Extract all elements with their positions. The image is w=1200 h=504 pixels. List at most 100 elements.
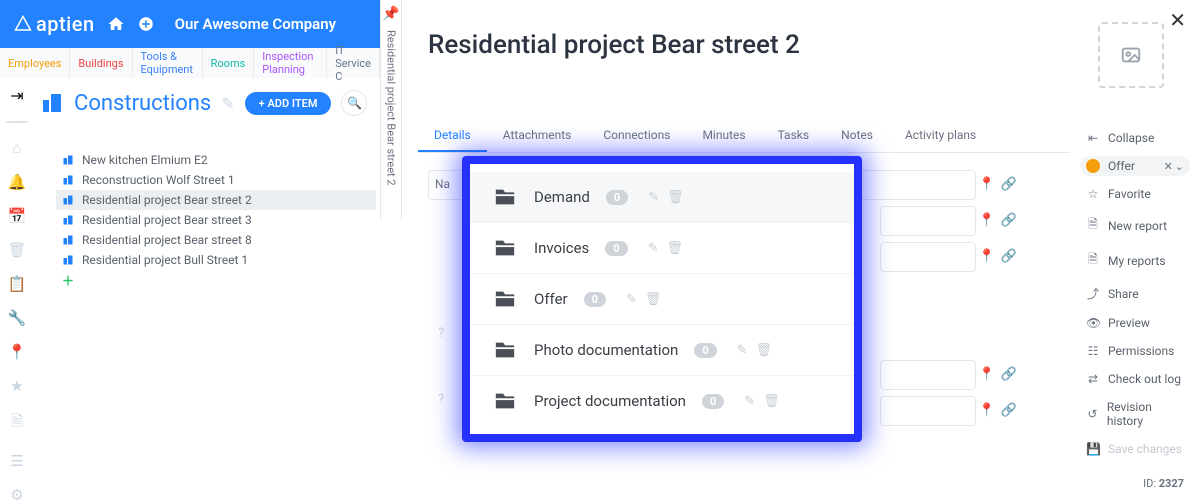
close-icon[interactable]: ✕: [1169, 8, 1186, 32]
folder-name: Project documentation: [534, 392, 686, 410]
folder-row[interactable]: Offer 0 ✎🗑: [470, 273, 854, 324]
eye-icon: 👁: [1086, 316, 1100, 330]
attachment-icon[interactable]: 🔗: [1001, 403, 1017, 418]
folder-count-badge: 0: [605, 241, 627, 256]
form-field[interactable]: 📍🔗: [880, 206, 976, 236]
list-item[interactable]: Residential project Bear street 3: [56, 210, 376, 230]
rail-wrench-icon[interactable]: 🔧: [8, 309, 27, 327]
edit-icon[interactable]: ✎: [744, 394, 755, 409]
pin-icon[interactable]: 📌: [382, 6, 399, 22]
add-icon[interactable]: [137, 15, 155, 33]
folder-count-badge: 0: [606, 190, 628, 205]
trash-icon[interactable]: 🗑: [645, 292, 662, 307]
company-name[interactable]: Our Awesome Company: [175, 15, 336, 33]
expand-icon[interactable]: ⇥: [10, 86, 23, 105]
folder-icon: [492, 339, 518, 361]
workspace-tab[interactable]: Rooms: [203, 48, 255, 78]
chevron-down-icon[interactable]: ⌄: [1175, 160, 1184, 173]
action-my-reports[interactable]: 🗎My reports: [1080, 247, 1190, 274]
rail-bell-icon[interactable]: 🔔: [8, 173, 27, 191]
tab-attachments[interactable]: Attachments: [487, 120, 588, 152]
rail-pin-icon[interactable]: 📍: [8, 343, 27, 361]
edit-icon[interactable]: ✎: [737, 343, 748, 358]
action-collapse[interactable]: ⇤Collapse: [1080, 128, 1190, 148]
folder-name: Photo documentation: [534, 341, 678, 359]
rail-calendar-icon[interactable]: 📅: [8, 207, 27, 225]
rail-doc-icon[interactable]: 🗎: [11, 411, 23, 436]
tab-tasks[interactable]: Tasks: [762, 120, 826, 152]
action-revision-history[interactable]: ↺Revision history: [1080, 397, 1190, 431]
attachment-icon[interactable]: 🔗: [1001, 213, 1017, 228]
form-field[interactable]: 📍🔗: [880, 396, 976, 426]
rail-list-icon[interactable]: ☰: [10, 452, 23, 470]
rail-home-icon[interactable]: ⌂: [12, 139, 21, 157]
action-preview[interactable]: 👁Preview: [1080, 313, 1190, 333]
folder-row[interactable]: Project documentation 0 ✎ 🗑: [470, 375, 854, 426]
trash-icon[interactable]: 🗑: [667, 241, 684, 256]
pin-icon[interactable]: 📍: [979, 213, 995, 228]
action-new-report[interactable]: 🗎New report: [1080, 212, 1190, 239]
tab-details[interactable]: Details: [418, 120, 487, 152]
action-checkout-log[interactable]: ⇄Check out log: [1080, 369, 1190, 389]
list-item[interactable]: New kitchen Elmium E2: [56, 150, 376, 170]
vertical-breadcrumb[interactable]: 📌 Residential project Bear street 2: [380, 0, 402, 220]
folder-count-badge: 0: [694, 343, 716, 358]
folder-row[interactable]: Photo documentation 0 ✎ 🗑: [470, 324, 854, 375]
pin-icon[interactable]: 📍: [979, 367, 995, 382]
workspace-tab[interactable]: Employees: [0, 48, 70, 78]
workspace-tab[interactable]: Inspection Planning: [254, 48, 327, 78]
trash-icon[interactable]: 🗑: [667, 190, 684, 205]
edit-icon[interactable]: ✎: [648, 241, 659, 256]
rail-trash-icon[interactable]: 🗑: [7, 241, 26, 259]
pin-icon[interactable]: 📍: [979, 403, 995, 418]
pin-icon[interactable]: 📍: [979, 249, 995, 264]
action-favorite[interactable]: ☆Favorite: [1080, 184, 1190, 204]
record-id: ID: 2327: [1143, 477, 1184, 490]
action-share[interactable]: ⤴Share: [1080, 282, 1190, 305]
trash-icon[interactable]: 🗑: [756, 343, 773, 358]
workspace-tab[interactable]: Tools & Equipment: [133, 48, 203, 78]
avatar[interactable]: [5, 121, 29, 123]
attachment-icon[interactable]: 🔗: [1001, 177, 1017, 192]
add-row-icon[interactable]: ＋: [56, 270, 376, 291]
attachment-icon[interactable]: 🔗: [1001, 249, 1017, 264]
add-item-button[interactable]: + ADD ITEM: [245, 92, 332, 115]
folder-name: Offer: [534, 290, 568, 308]
document-icon: 🗎: [1086, 250, 1100, 271]
pin-icon[interactable]: 📍: [979, 177, 995, 192]
folder-row[interactable]: Demand 0 ✎🗑: [470, 172, 854, 222]
workspace-tab[interactable]: Buildings: [70, 48, 132, 78]
list-item[interactable]: Residential project Bear street 2: [56, 190, 376, 210]
save-icon: 💾: [1086, 442, 1100, 456]
main-panel: Residential project Bear street 2 ✕ Deta…: [402, 0, 1200, 502]
help-icon[interactable]: ?: [438, 392, 444, 407]
rail-star-icon[interactable]: ★: [10, 377, 23, 395]
folder-count-badge: 0: [702, 394, 724, 409]
home-icon[interactable]: [107, 15, 125, 33]
help-icon[interactable]: ?: [438, 326, 444, 341]
list-item[interactable]: Residential project Bull Street 1: [56, 250, 376, 270]
tab-activity-plans[interactable]: Activity plans: [889, 120, 992, 152]
attachment-icon[interactable]: 🔗: [1001, 367, 1017, 382]
tab-notes[interactable]: Notes: [825, 120, 889, 152]
rail-clipboard-icon[interactable]: 📋: [8, 275, 27, 293]
action-offer[interactable]: Offer ✕⌄: [1080, 156, 1190, 176]
edit-icon[interactable]: ✎: [648, 190, 659, 205]
list-item[interactable]: Residential project Bear street 8: [56, 230, 376, 250]
search-input[interactable]: 🔍: [341, 90, 367, 116]
rail-gear-icon[interactable]: ⚙: [10, 486, 23, 504]
close-icon[interactable]: ✕: [1164, 160, 1173, 173]
trash-icon[interactable]: 🗑: [763, 394, 780, 409]
folder-row[interactable]: Invoices 0 ✎🗑: [470, 222, 854, 273]
tab-minutes[interactable]: Minutes: [686, 120, 761, 152]
form-field[interactable]: 📍🔗: [880, 242, 976, 272]
brand-logo[interactable]: aptien: [14, 12, 95, 36]
image-placeholder[interactable]: [1098, 22, 1164, 88]
edit-title-icon[interactable]: ✎: [221, 94, 234, 113]
list-item[interactable]: Reconstruction Wolf Street 1: [56, 170, 376, 190]
collapse-icon: ⇤: [1086, 131, 1100, 145]
action-permissions[interactable]: ☷Permissions: [1080, 341, 1190, 361]
edit-icon[interactable]: ✎: [626, 292, 637, 307]
form-field[interactable]: 📍🔗: [880, 360, 976, 390]
tab-connections[interactable]: Connections: [587, 120, 686, 152]
